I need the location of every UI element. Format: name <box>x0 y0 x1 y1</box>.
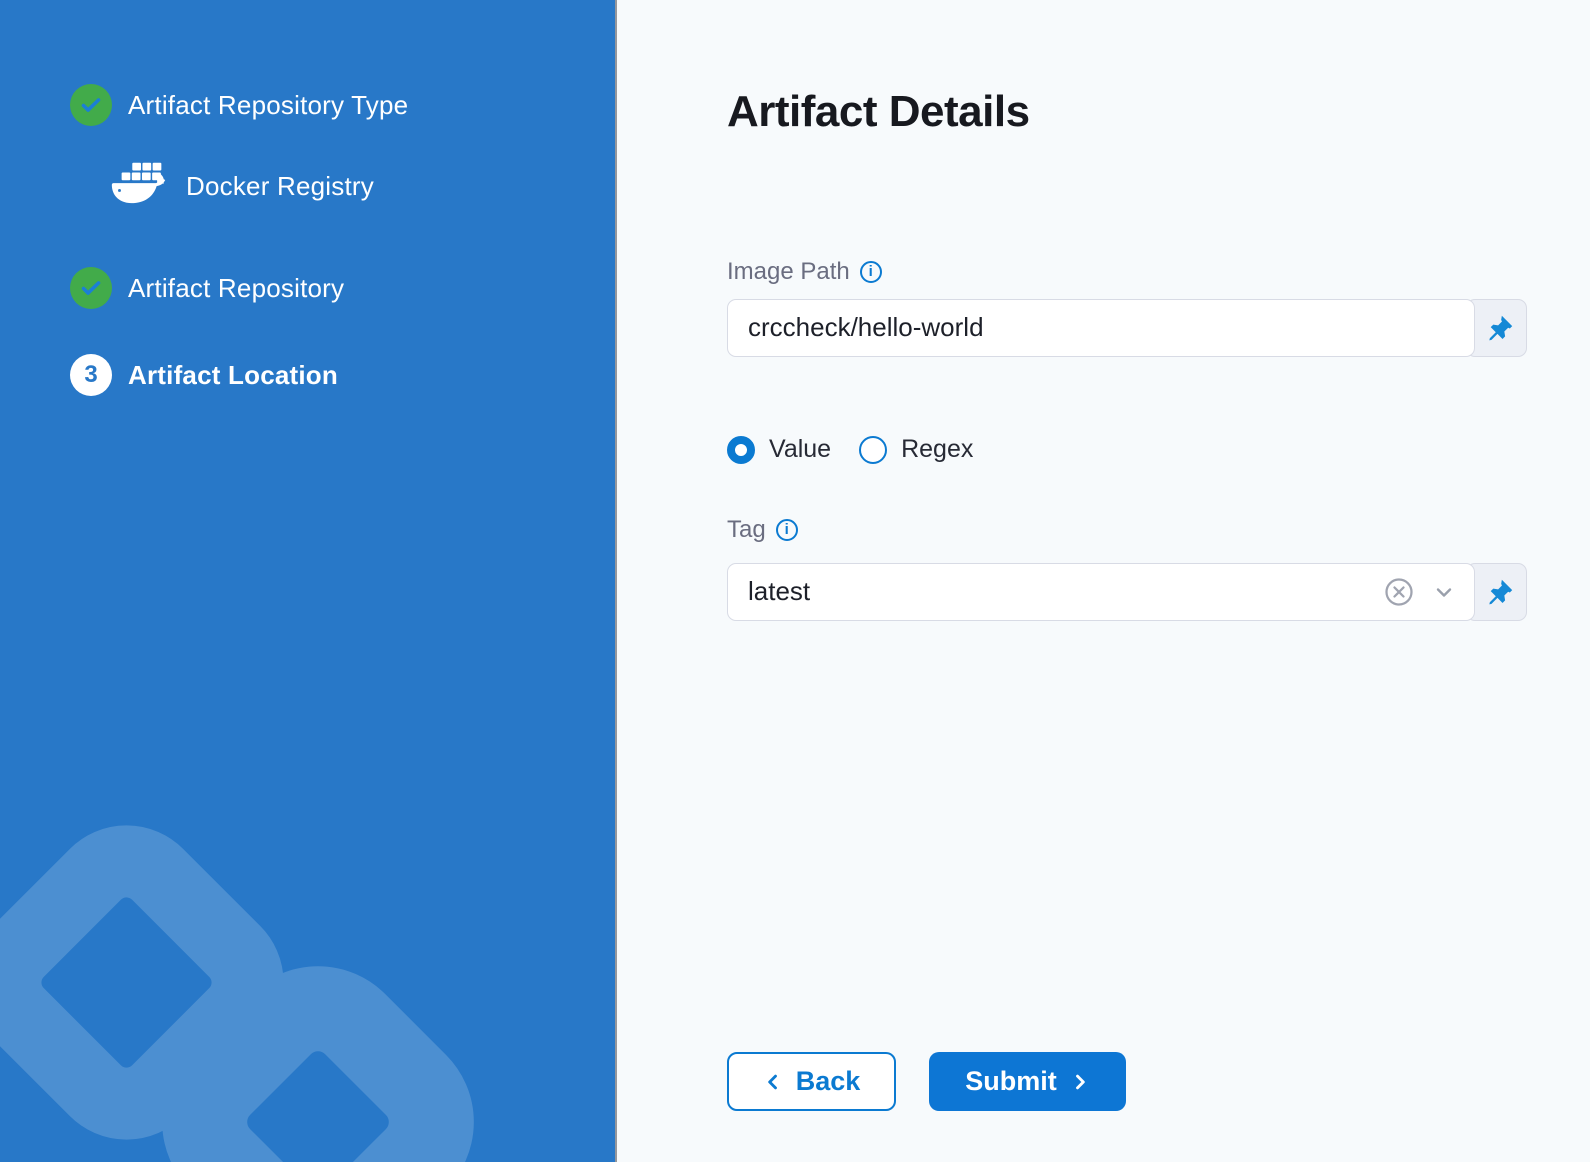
step-artifact-location[interactable]: 3 Artifact Location <box>70 354 615 396</box>
step-complete-icon <box>70 84 112 126</box>
radio-option-regex[interactable]: Regex <box>859 435 973 464</box>
wizard-actions: Back Submit <box>727 1052 1126 1111</box>
radio-option-value[interactable]: Value <box>727 435 831 464</box>
pin-button[interactable] <box>1466 563 1527 621</box>
watermark-ring-bottom <box>123 927 513 1162</box>
pin-button[interactable] <box>1466 299 1527 357</box>
artifact-details-panel: Artifact Details Image Path i Value Rege… <box>617 0 1590 1162</box>
page-title: Artifact Details <box>727 86 1527 139</box>
docker-icon <box>110 162 172 210</box>
radio-label: Value <box>769 435 831 464</box>
tag-input[interactable] <box>728 576 1384 607</box>
submit-button-label: Submit <box>965 1066 1057 1097</box>
radio-unselected-icon <box>859 436 887 464</box>
wizard-sidebar: Artifact Repository Type <box>0 0 617 1162</box>
radio-label: Regex <box>901 435 973 464</box>
chevron-right-icon <box>1070 1071 1090 1093</box>
back-button[interactable]: Back <box>727 1052 896 1111</box>
step-number-badge: 3 <box>70 354 112 396</box>
submit-button[interactable]: Submit <box>929 1052 1126 1111</box>
image-path-label-row: Image Path i <box>727 257 1527 287</box>
image-path-label: Image Path <box>727 258 850 286</box>
step-label: Artifact Repository Type <box>128 90 408 121</box>
tag-label-row: Tag i <box>727 515 1527 545</box>
radio-selected-icon <box>727 436 755 464</box>
info-icon[interactable]: i <box>860 261 882 283</box>
match-type-radio-group: Value Regex <box>727 435 1527 465</box>
image-path-input-group <box>727 299 1527 357</box>
chevron-left-icon <box>763 1071 783 1093</box>
step-artifact-repository-type[interactable]: Artifact Repository Type <box>70 84 615 126</box>
chevron-down-icon[interactable] <box>1432 580 1456 604</box>
info-icon[interactable]: i <box>776 519 798 541</box>
wizard-steps: Artifact Repository Type <box>0 0 615 396</box>
back-button-label: Back <box>796 1066 861 1097</box>
clear-icon[interactable] <box>1384 577 1414 607</box>
pin-icon <box>1487 578 1514 605</box>
step-artifact-repository[interactable]: Artifact Repository <box>70 267 615 309</box>
step-label: Artifact Repository <box>128 273 344 304</box>
step-label: Artifact Location <box>128 360 338 391</box>
step-complete-icon <box>70 267 112 309</box>
step-docker-registry: Docker Registry <box>110 162 615 210</box>
image-path-input[interactable] <box>728 312 1456 343</box>
watermark-ring-top <box>0 792 317 1162</box>
pin-icon <box>1487 314 1514 341</box>
tag-label: Tag <box>727 516 766 544</box>
tag-input-group <box>727 563 1527 621</box>
tag-field <box>727 563 1475 621</box>
step-label: Docker Registry <box>186 171 374 202</box>
image-path-field <box>727 299 1475 357</box>
